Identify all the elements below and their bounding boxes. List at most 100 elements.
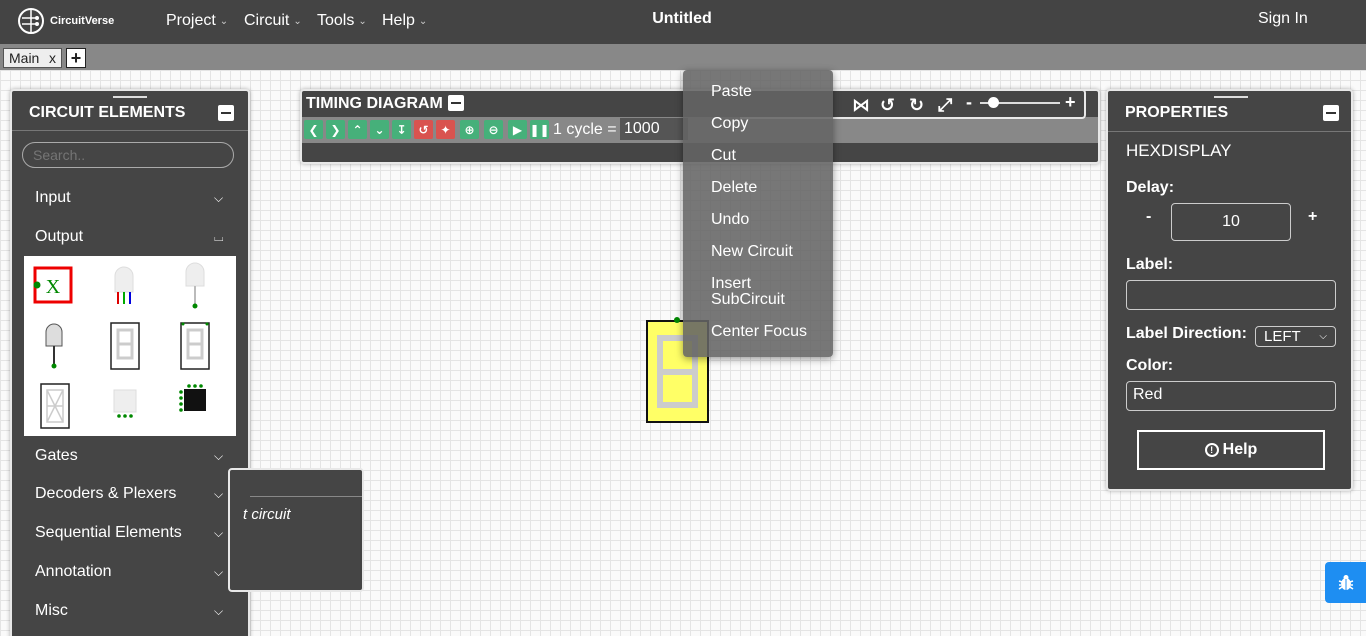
category-input[interactable]: Input <box>35 189 71 207</box>
zoom-minus[interactable]: - <box>966 92 972 113</box>
tab-main[interactable]: Main x <box>3 48 62 68</box>
category-sequential[interactable]: Sequential Elements <box>35 524 182 542</box>
timing-diagram-title: TIMING DIAGRAM <box>306 95 443 112</box>
reset-icon[interactable]: ↺ <box>414 120 433 139</box>
panel-drag-handle[interactable] <box>1214 96 1248 98</box>
category-decoders-plexers[interactable]: Decoders & Plexers <box>35 485 176 503</box>
label-input[interactable] <box>1126 280 1336 310</box>
divider <box>12 130 248 131</box>
minimize-icon[interactable] <box>1323 105 1339 121</box>
fit-icon[interactable]: ⋈ <box>852 95 870 116</box>
menu-item-copy[interactable]: Copy <box>711 116 748 132</box>
chevron-down-icon[interactable]: ⌵ <box>214 487 223 502</box>
dialog-text: t circuit <box>243 506 291 523</box>
menu-tools-label: Tools <box>317 12 355 29</box>
report-bug-button[interactable] <box>1325 562 1366 603</box>
chevron-left-icon[interactable]: ❮ <box>304 120 323 139</box>
chevron-up-icon[interactable]: ⌃ <box>348 120 367 139</box>
divider <box>1108 131 1351 132</box>
chevron-down-icon[interactable]: ⌵ <box>214 191 223 206</box>
hexdisplay-element-icon[interactable]: X <box>33 266 73 304</box>
chevron-down-icon[interactable]: ⌵ <box>214 449 223 464</box>
panel-drag-handle[interactable] <box>113 96 147 98</box>
help-button[interactable]: ! Help <box>1137 430 1325 470</box>
label-direction-select[interactable]: LEFT ⌵ <box>1255 326 1336 347</box>
menu-tools[interactable]: Tools ⌄ <box>317 10 367 32</box>
minimize-icon[interactable] <box>448 95 464 111</box>
category-output[interactable]: Output <box>35 228 83 246</box>
menu-item-new-circuit[interactable]: New Circuit <box>711 244 793 260</box>
menu-help[interactable]: Help ⌄ <box>382 10 427 32</box>
delay-decrement-button[interactable]: - <box>1146 208 1151 226</box>
pause-icon[interactable]: ❚❚ <box>529 120 550 139</box>
help-button-label: Help <box>1222 441 1258 458</box>
chevron-up-icon[interactable]: ⌴ <box>214 230 224 245</box>
redo-icon[interactable]: ↻ <box>909 95 924 116</box>
label-direction-value: LEFT <box>1264 328 1301 345</box>
tab-close-button[interactable]: x <box>49 50 56 66</box>
led-icon[interactable] <box>185 262 205 309</box>
hex-display-icon[interactable] <box>180 322 210 370</box>
digital-led-icon[interactable] <box>45 323 63 369</box>
tab-main-label: Main <box>9 50 40 66</box>
tab-bar <box>0 44 1366 70</box>
menu-circuit-label: Circuit <box>244 12 290 29</box>
delay-input[interactable]: 10 <box>1171 203 1291 241</box>
circuitverse-logo-icon <box>18 8 44 34</box>
chevron-down-icon[interactable]: ⌵ <box>214 604 223 619</box>
zoom-out-icon[interactable]: ⊖ <box>484 120 503 139</box>
zoom-plus[interactable]: + <box>1065 92 1076 113</box>
chevron-down-icon[interactable]: ⌄ <box>370 120 389 139</box>
menu-project-label: Project <box>166 12 216 29</box>
rgb-led-matrix-icon[interactable] <box>179 384 206 412</box>
search-input[interactable] <box>22 142 234 168</box>
input-node[interactable] <box>674 317 680 323</box>
undo-icon[interactable]: ↺ <box>880 95 895 116</box>
sixteen-segment-icon[interactable] <box>40 383 70 429</box>
chevron-down-icon[interactable]: ⌵ <box>214 565 223 580</box>
menu-item-delete[interactable]: Delete <box>711 180 757 196</box>
menu-item-insert-subcircuit[interactable]: Insert SubCircuit <box>711 276 811 308</box>
chevron-down-icon: ⌄ <box>358 15 367 27</box>
category-annotation[interactable]: Annotation <box>35 563 112 581</box>
menu-item-center-focus[interactable]: Center Focus <box>711 324 807 340</box>
minimize-icon[interactable] <box>218 105 234 121</box>
delay-increment-button[interactable]: + <box>1308 208 1317 226</box>
chevron-down-icon: ⌄ <box>219 15 229 27</box>
download-icon[interactable]: ↧ <box>392 120 411 139</box>
logo[interactable]: CircuitVerse <box>16 6 126 36</box>
menu-item-paste[interactable]: Paste <box>711 84 752 100</box>
circuit-elements-title: CIRCUIT ELEMENTS <box>29 104 186 121</box>
menu-item-cut[interactable]: Cut <box>711 148 736 164</box>
chevron-down-icon[interactable]: ⌵ <box>214 526 223 541</box>
play-icon[interactable]: ▶ <box>508 120 527 139</box>
fullscreen-icon[interactable]: ⤢ <box>938 95 952 116</box>
menu-item-undo[interactable]: Undo <box>711 212 749 228</box>
zoom-in-icon[interactable]: ⊕ <box>460 120 479 139</box>
label-direction-label: Label Direction: <box>1126 325 1247 342</box>
add-tab-button[interactable]: + <box>66 48 86 68</box>
element-name: HEXDISPLAY <box>1126 141 1232 160</box>
module-dialog <box>228 468 364 592</box>
output-elements-grid: X <box>24 256 236 436</box>
project-title[interactable]: Untitled <box>600 10 764 28</box>
zoom-slider-thumb[interactable] <box>988 97 999 108</box>
chevron-right-icon[interactable]: ❯ <box>326 120 345 139</box>
rgb-led-icon[interactable] <box>114 266 134 304</box>
chevron-down-icon: ⌵ <box>1319 331 1327 342</box>
category-misc[interactable]: Misc <box>35 602 68 620</box>
sign-in-link[interactable]: Sign In <box>1258 10 1308 28</box>
color-input[interactable]: Red <box>1126 381 1336 411</box>
cycle-units-input[interactable]: 1000 <box>620 118 688 140</box>
seven-segment-icon[interactable] <box>110 322 140 370</box>
category-gates[interactable]: Gates <box>35 447 78 465</box>
svg-text:X: X <box>46 276 61 298</box>
menu-circuit[interactable]: Circuit ⌄ <box>244 10 302 32</box>
color-label: Color: <box>1126 357 1174 374</box>
menu-help-label: Help <box>382 12 415 29</box>
chevron-down-icon: ⌄ <box>293 15 302 27</box>
menu-project[interactable]: Project ⌄ <box>166 10 228 32</box>
square-rgb-led-icon[interactable] <box>113 389 137 418</box>
auto-fix-icon[interactable]: ✦ <box>436 120 455 139</box>
properties-title: PROPERTIES <box>1125 104 1229 121</box>
